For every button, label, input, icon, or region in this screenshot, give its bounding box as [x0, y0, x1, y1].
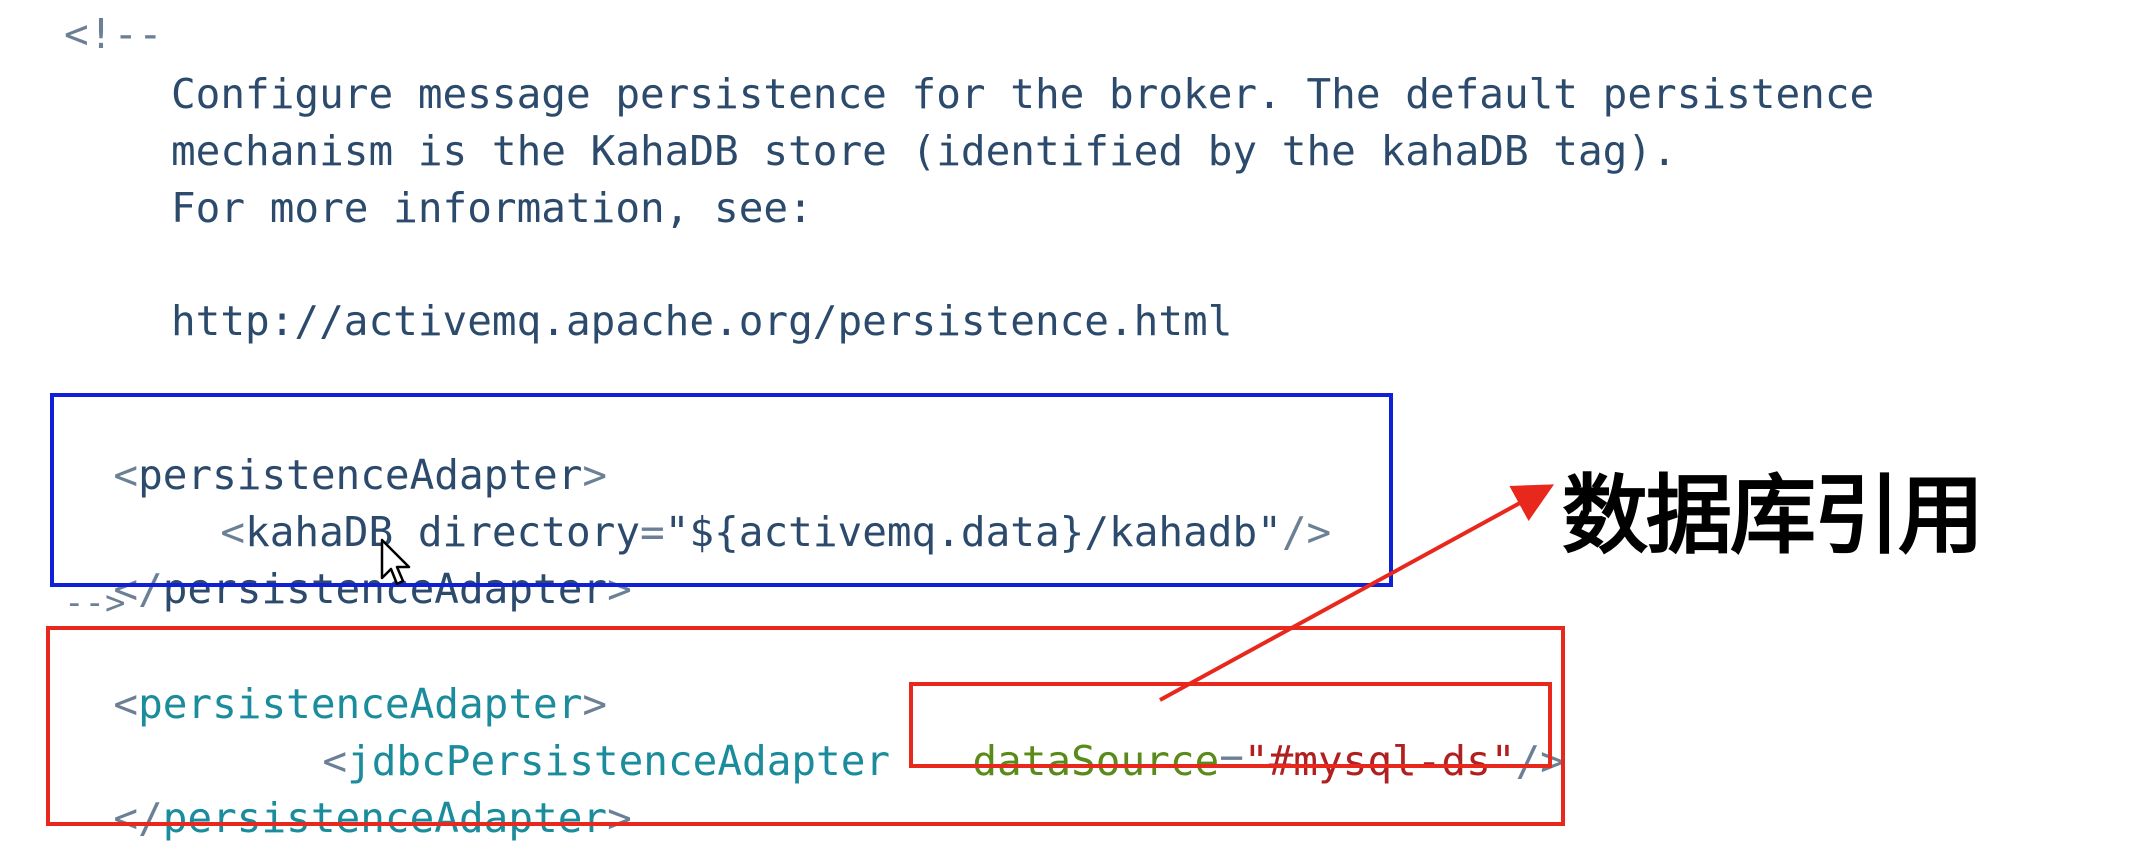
datasource-highlight-box: [909, 682, 1552, 768]
comment-close: -->: [64, 583, 126, 623]
comment-url: http://activemq.apache.org/persistence.h…: [171, 297, 1233, 345]
mouse-cursor-icon: [380, 538, 411, 586]
annotation-label: 数据库引用: [1562, 466, 1984, 566]
comment-line-2: mechanism is the KahaDB store (identifie…: [171, 127, 1677, 175]
comment-line-3: For more information, see:: [171, 184, 813, 232]
kaha-highlight-box: [50, 393, 1393, 587]
comment-open: <!--: [64, 10, 163, 58]
comment-line-1: Configure message persistence for the br…: [171, 70, 1875, 118]
